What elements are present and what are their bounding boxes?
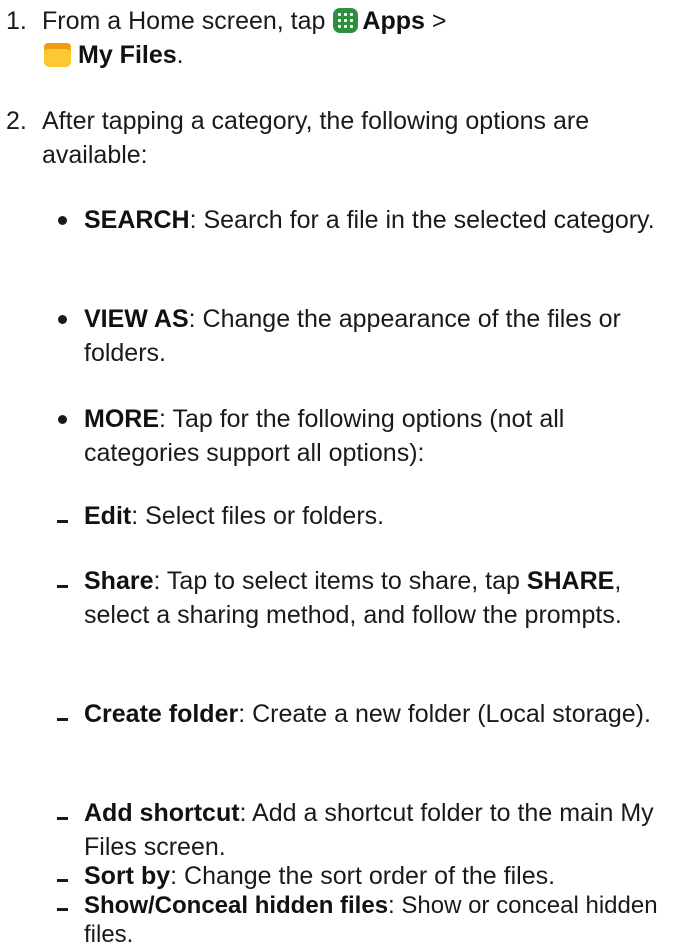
step-end: . <box>176 41 184 69</box>
option-desc: : Create a new folder (Local storage). <box>238 700 651 728</box>
option-label: MORE <box>84 405 159 433</box>
more-option-add-shortcut: Add shortcut: Add a shortcut folder to t… <box>57 796 664 864</box>
dash-icon <box>57 908 68 911</box>
my-files-label: My Files <box>78 41 177 69</box>
apps-label: Apps <box>362 7 425 35</box>
option-label: Create folder <box>84 700 239 728</box>
option-label: SEARCH <box>84 206 190 234</box>
option-label: Share <box>84 567 154 595</box>
step-text: From a Home screen, tap Apps > My Files. <box>42 4 666 72</box>
option-desc: : Tap to select items to share, tap <box>153 567 527 595</box>
option-more: MORE: Tap for the following options (not… <box>58 402 664 470</box>
option-search: SEARCH: Search for a file in the selecte… <box>58 203 664 237</box>
option-desc: : Change the sort order of the files. <box>170 862 556 890</box>
share-label: SHARE <box>526 567 615 595</box>
step-1: 1. From a Home screen, tap Apps > My Fil… <box>6 4 666 72</box>
more-option-create-folder: Create folder: Create a new folder (Loca… <box>57 697 664 731</box>
bullet-icon <box>58 415 67 424</box>
more-option-show-conceal: Show/Conceal hidden files: Show or conce… <box>57 891 664 949</box>
my-files-folder-icon <box>44 43 71 67</box>
option-label: Show/Conceal hidden files <box>84 892 389 919</box>
option-label: Sort by <box>84 862 171 890</box>
apps-grid-icon <box>333 8 359 33</box>
separator: > <box>431 7 447 35</box>
dash-icon <box>57 817 68 820</box>
dash-icon <box>57 520 68 523</box>
option-label: Edit <box>84 502 132 530</box>
dash-icon <box>57 718 68 721</box>
more-option-edit: Edit: Select files or folders. <box>57 499 664 533</box>
instructions-page: 1. From a Home screen, tap Apps > My Fil… <box>0 0 678 952</box>
step-number: 2. <box>6 107 27 135</box>
option-desc: : Search for a file in the selected cate… <box>189 206 655 234</box>
option-label: VIEW AS <box>84 305 189 333</box>
more-option-sort-by: Sort by: Change the sort order of the fi… <box>57 861 664 891</box>
more-option-share: Share: Tap to select items to share, tap… <box>57 564 664 632</box>
step-intro: From a Home screen, tap <box>42 7 326 35</box>
step-text: After tapping a category, the following … <box>42 107 590 169</box>
bullet-icon <box>58 216 67 225</box>
option-label: Add shortcut <box>84 799 240 827</box>
dash-icon <box>57 585 68 588</box>
dash-icon <box>57 879 68 882</box>
step-number: 1. <box>6 7 27 35</box>
step-2: 2. After tapping a category, the followi… <box>6 104 666 172</box>
option-desc: : Select files or folders. <box>131 502 385 530</box>
bullet-icon <box>58 315 67 324</box>
option-view-as: VIEW AS: Change the appearance of the fi… <box>58 302 664 370</box>
